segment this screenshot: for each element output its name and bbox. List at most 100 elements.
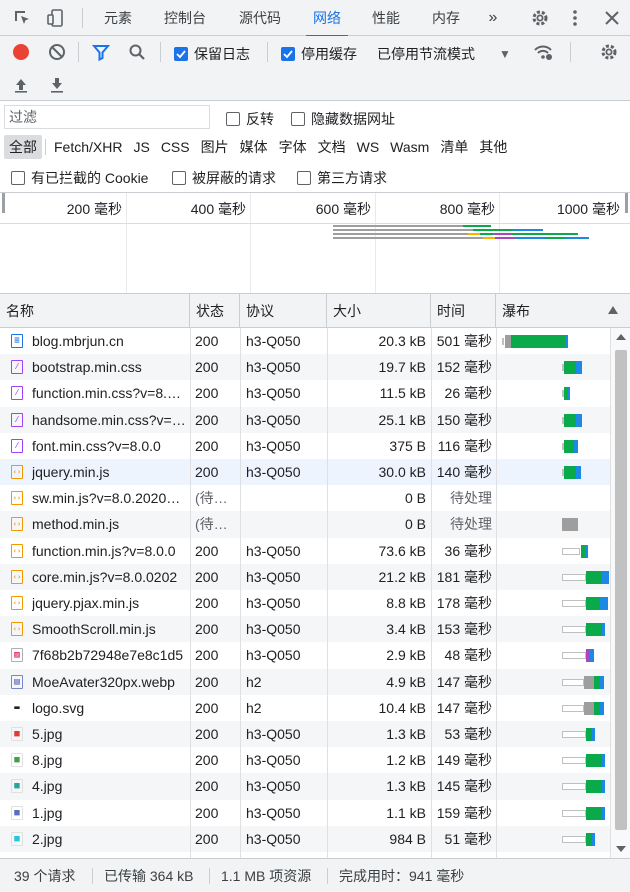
record-icon[interactable]	[10, 41, 32, 63]
request-row[interactable]: ≡ blog.mbrjun.cn 200 h3-Q050 20.3 kB 501 毫秒	[0, 328, 610, 354]
request-row[interactable]: ■ 4.jpg 200 h3-Q050 1.3 kB 145 毫秒	[0, 773, 610, 800]
tab-sources[interactable]: 源代码	[236, 0, 284, 36]
request-row[interactable]: ■ 8.jpg 200 h3-Q050 1.2 kB 149 毫秒	[0, 747, 610, 773]
waterfall-bar	[600, 675, 604, 689]
type-filter-media[interactable]: 媒体	[235, 135, 273, 159]
request-row[interactable]: ▬ logo.svg 200 h2 10.4 kB 147 毫秒	[0, 695, 610, 721]
tab-elements[interactable]: 元素	[100, 0, 136, 36]
device-toolbar-icon[interactable]	[44, 6, 68, 30]
type-filter-font[interactable]: 字体	[274, 135, 312, 159]
tab-performance[interactable]: 性能	[370, 0, 402, 36]
checkbox-checked-icon[interactable]	[281, 47, 295, 61]
scroll-down-arrow-icon[interactable]	[616, 846, 626, 852]
sort-ascending-icon[interactable]	[608, 306, 618, 314]
request-row[interactable]: ▤ MoeAvater320px.webp 200 h2 4.9 kB 147 毫秒	[0, 668, 610, 695]
checkbox-unchecked-icon[interactable]	[226, 112, 240, 126]
tab-console[interactable]: 控制台	[161, 0, 209, 36]
checkbox-checked-icon[interactable]	[174, 47, 188, 61]
waterfall-bar	[562, 809, 586, 817]
throttle-select[interactable]: 已停用节流模式 ▼	[377, 44, 511, 64]
request-row[interactable]: ‹› function.min.js?v=8.0.0 200 h3-Q050 73.6 …	[0, 538, 610, 564]
waterfall-bar	[562, 573, 586, 581]
filter-input[interactable]	[4, 105, 210, 129]
type-filter-all[interactable]: 全部	[4, 135, 42, 159]
checkbox-unchecked-icon[interactable]	[172, 171, 186, 185]
checkbox-unchecked-icon[interactable]	[11, 171, 25, 185]
blocked-requests-checkbox[interactable]: 被屏蔽的请求	[172, 168, 276, 188]
more-tabs-button[interactable]: »	[484, 0, 502, 36]
more-options-icon[interactable]	[563, 6, 587, 30]
request-row[interactable]: ‹› sw.min.js?v=8.0.20200928 (待处理) 0 B 待处理	[0, 485, 610, 511]
type-filter-other[interactable]: 其他	[474, 135, 512, 159]
request-row[interactable]: ■ 2.jpg 200 h3-Q050 984 B 51 毫秒	[0, 825, 610, 852]
export-har-download-icon[interactable]	[46, 74, 68, 96]
blocked-cookies-checkbox[interactable]: 有已拦截的 Cookie	[11, 168, 148, 188]
transferred-size: 已传输 364 kB	[104, 868, 194, 884]
file-type-css-icon: ⁄	[11, 412, 23, 427]
request-row[interactable]: ⁄ handsome.min.css?v=8.0.0 200 h3-Q050 25.1 …	[0, 406, 610, 433]
scroll-up-arrow-icon[interactable]	[616, 334, 626, 340]
column-header-size[interactable]: 大小	[327, 294, 431, 328]
request-size: 20.3 kB	[378, 333, 426, 349]
request-row[interactable]: ⁄ bootstrap.min.css 200 h3-Q050 19.7 kB 152 毫…	[0, 354, 610, 381]
scroll-thumb[interactable]	[615, 350, 627, 830]
type-filter-css[interactable]: CSS	[156, 137, 195, 157]
request-status: 200	[195, 333, 219, 349]
overview-activity-bar	[512, 233, 578, 235]
column-header-time[interactable]: 时间	[431, 294, 496, 328]
request-row[interactable]: ⁄ function.min.css?v=8.0.0 200 h3-Q050 11.5 …	[0, 380, 610, 406]
file-type-jpg-green-icon: ■	[11, 753, 23, 768]
disable-cache-checkbox[interactable]: 停用缓存	[281, 44, 357, 64]
close-icon[interactable]	[600, 6, 624, 30]
request-row[interactable]: ‹› core.min.js?v=8.0.0202 200 h3-Q050 21.2 k…	[0, 563, 610, 590]
tab-network[interactable]: 网络	[306, 0, 348, 37]
checkbox-unchecked-icon[interactable]	[297, 171, 311, 185]
request-status: 200	[195, 830, 219, 847]
request-row[interactable]: ‹› jquery.pjax.min.js 200 h3-Q050 8.8 kB 178 …	[0, 590, 610, 616]
waterfall-bar	[586, 806, 602, 820]
hide-data-urls-checkbox[interactable]: 隐藏数据网址	[291, 109, 395, 129]
table-scrollbar[interactable]	[610, 328, 630, 858]
filter-bar: 反转 隐藏数据网址 全部 Fetch/XHR JS CSS 图片 媒体 字体 文…	[0, 101, 630, 193]
overview-left-handle[interactable]	[2, 193, 5, 213]
request-row[interactable]: ▨ 7f68b2b72948e7e8c1d5 200 h3-Q050 2.9 kB 48 …	[0, 642, 610, 668]
import-har-upload-icon[interactable]	[10, 74, 32, 96]
type-filter-wasm[interactable]: Wasm	[385, 137, 434, 157]
column-header-protocol[interactable]: 协议	[240, 294, 327, 328]
type-filter-ws[interactable]: WS	[352, 137, 385, 157]
request-row[interactable]: ‹› method.min.js (待处理) 0 B 待处理	[0, 511, 610, 538]
request-row[interactable]: ‹› SmoothScroll.min.js 200 h3-Q050 3.4 kB 153…	[0, 616, 610, 643]
third-party-label: 第三方请求	[317, 170, 387, 186]
type-filter-img[interactable]: 图片	[196, 135, 234, 159]
type-filter-doc[interactable]: 文档	[313, 135, 351, 159]
column-header-status[interactable]: 状态	[190, 294, 240, 328]
settings-gear-icon[interactable]	[528, 6, 552, 30]
type-filter-js[interactable]: JS	[128, 137, 154, 157]
tab-memory[interactable]: 内存	[430, 0, 462, 36]
waterfall-bar	[600, 701, 604, 715]
type-filter-fetch-xhr[interactable]: Fetch/XHR	[49, 137, 127, 157]
clear-icon[interactable]	[46, 41, 68, 63]
overview-right-handle[interactable]	[625, 193, 628, 213]
filter-icon[interactable]	[90, 41, 112, 63]
search-icon[interactable]	[126, 41, 148, 63]
column-header-waterfall[interactable]: 瀑布	[496, 294, 630, 328]
inspect-element-icon[interactable]	[10, 6, 34, 30]
invert-checkbox[interactable]: 反转	[226, 109, 274, 129]
timeline-overview[interactable]: 200 毫秒 400 毫秒 600 毫秒 800 毫秒 1000 毫秒	[0, 193, 630, 294]
request-row[interactable]: ■ 1.jpg 200 h3-Q050 1.1 kB 159 毫秒	[0, 800, 610, 826]
request-status: 200	[195, 595, 219, 611]
network-conditions-wifi-icon[interactable]	[532, 41, 554, 63]
network-settings-gear-icon[interactable]	[598, 41, 620, 63]
column-header-name[interactable]: 名称	[0, 294, 190, 328]
waterfall-bar	[564, 466, 576, 479]
type-filter-manifest[interactable]: 清单	[435, 135, 473, 159]
request-row[interactable]: ‹› jquery.min.js 200 h3-Q050 30.0 kB 140 毫秒	[0, 459, 610, 486]
preserve-log-checkbox[interactable]: 保留日志	[174, 44, 250, 64]
checkbox-unchecked-icon[interactable]	[291, 112, 305, 126]
request-row[interactable]: ⁄ font.min.css?v=8.0.0 200 h3-Q050 375 B 116 …	[0, 433, 610, 459]
request-size: 3.4 kB	[386, 621, 426, 638]
request-row[interactable]: ■ 5.jpg 200 h3-Q050 1.3 kB 53 毫秒	[0, 721, 610, 748]
resource-type-filters: 全部 Fetch/XHR JS CSS 图片 媒体 字体 文档 WS Wasm …	[4, 135, 513, 159]
third-party-checkbox[interactable]: 第三方请求	[297, 168, 387, 188]
